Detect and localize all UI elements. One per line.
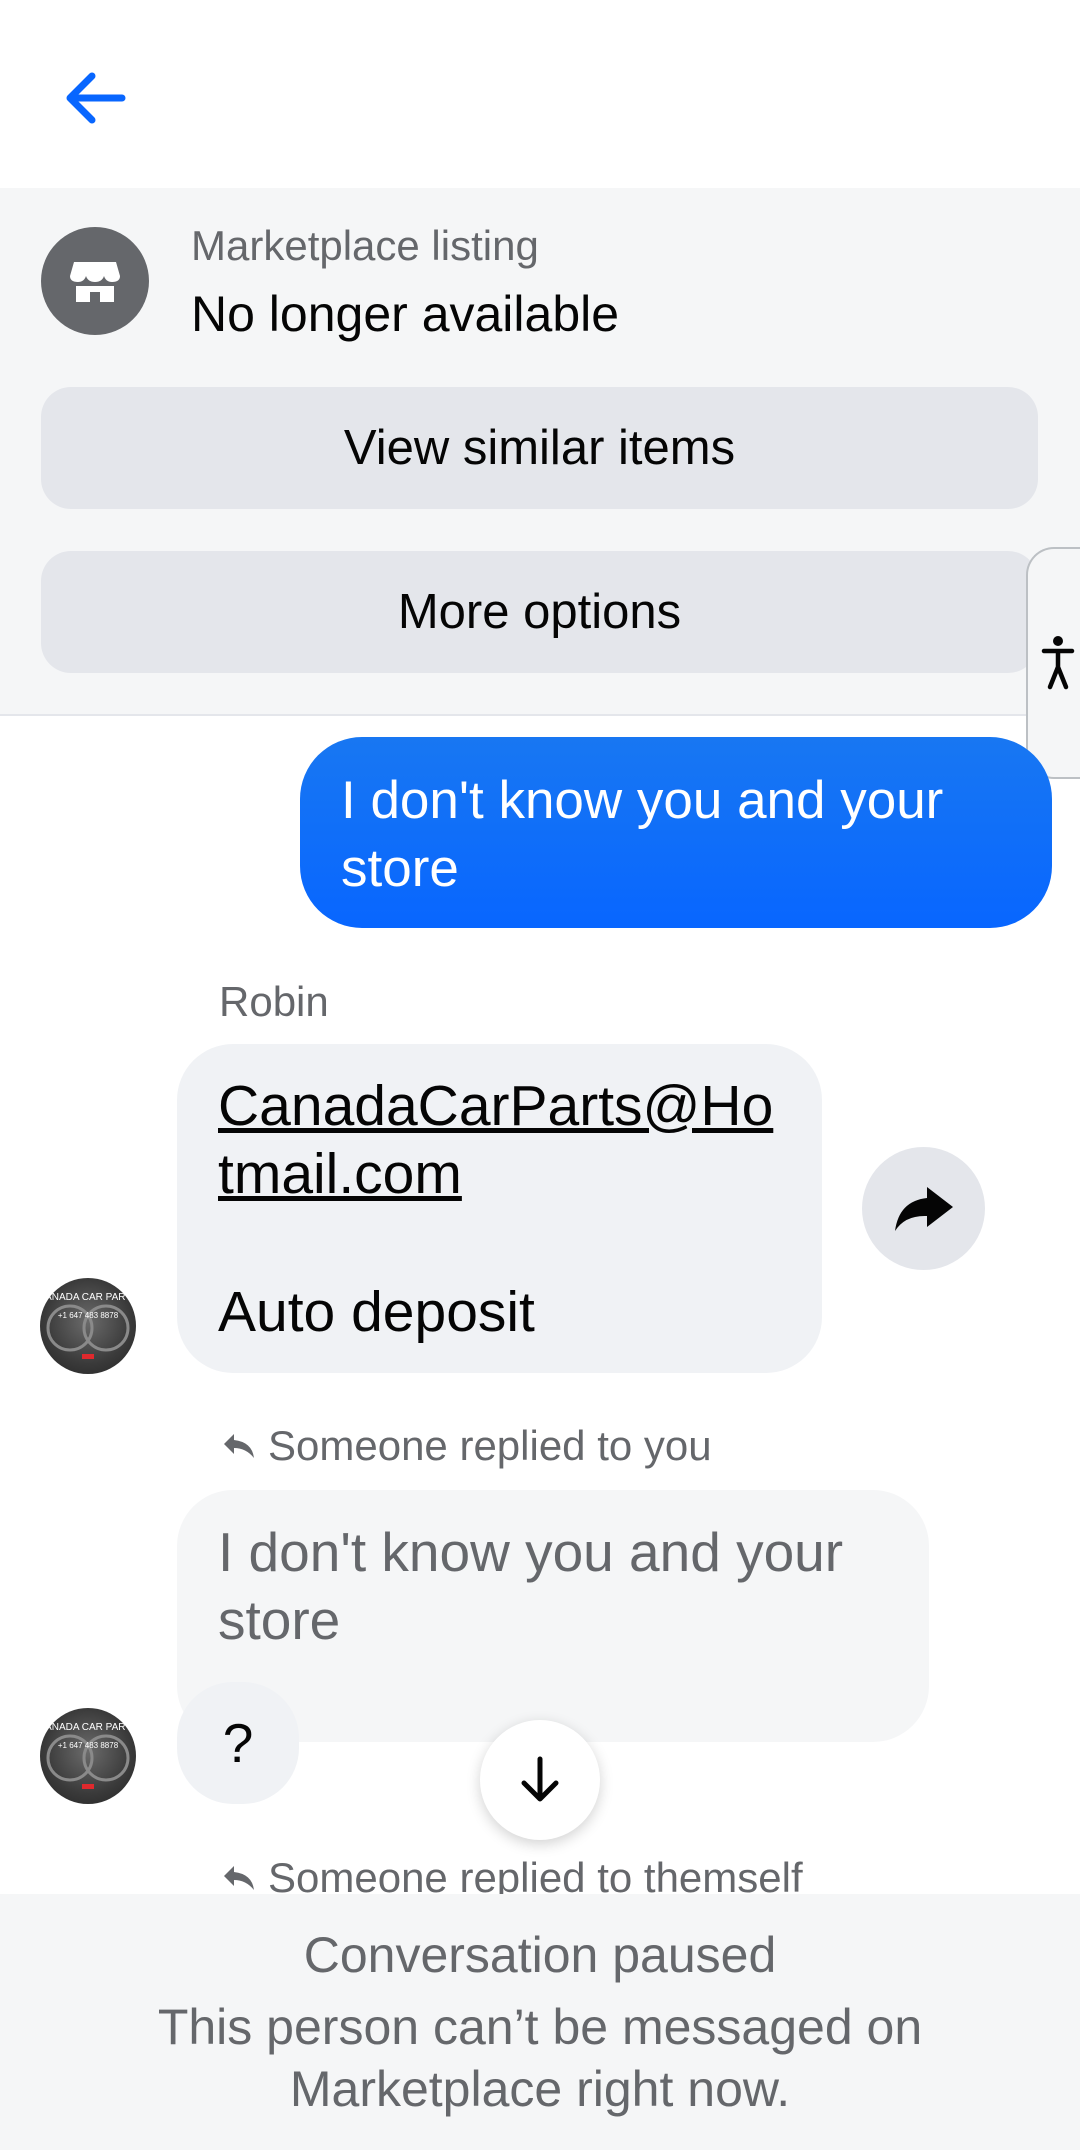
avatar-logo: CANADA CAR PARTS +1 647 483 8878 [40,1722,136,1789]
footer-title: Conversation paused [303,1927,777,1983]
store-avatar [41,227,149,335]
message-text: Auto deposit [218,1280,535,1344]
avatar-line1: CANADA CAR PARTS [40,1722,136,1733]
scroll-to-bottom-button[interactable] [480,1720,600,1840]
incoming-message-question[interactable]: ? [177,1682,299,1804]
avatar-line2: +1 647 483 8878 [58,1311,119,1320]
forward-button[interactable] [862,1147,985,1270]
email-link[interactable]: CanadaCarParts@Hotmail.com [218,1072,778,1208]
avatar[interactable]: CANADA CAR PARTS +1 647 483 8878 [40,1708,136,1804]
incoming-message-email[interactable]: CanadaCarParts@Hotmail.com Auto deposit [177,1044,822,1373]
top-bar [0,0,1080,188]
quoted-message[interactable]: I don't know you and your store [177,1490,929,1742]
back-button[interactable] [52,56,136,140]
outgoing-message[interactable]: I don't know you and your store [300,737,1052,928]
avatar-line1: CANADA CAR PARTS [40,1292,136,1303]
reply-arrow-icon [224,1866,254,1890]
sender-name: Robin [219,978,329,1025]
quoted-text: I don't know you and your store [218,1521,844,1651]
arrow-down-icon [521,1756,559,1802]
listing-label: Marketplace listing [191,222,539,269]
accessibility-icon [1041,636,1075,690]
share-forward-icon [894,1186,953,1231]
conversation-paused-footer: Conversation paused This person can’t be… [0,1894,1080,2150]
accessibility-tab[interactable] [1026,547,1080,779]
reply-arrow-icon [224,1434,254,1458]
avatar-line2: +1 647 483 8878 [58,1741,119,1750]
more-options-button[interactable]: More options [41,551,1038,673]
reply-note: Someone replied to you [222,1422,712,1470]
footer-description: This person can’t be messaged on Marketp… [157,1999,923,2117]
view-similar-items-button[interactable]: View similar items [41,387,1038,509]
reply-note-text: Someone replied to you [268,1422,712,1469]
avatar[interactable]: CANADA CAR PARTS +1 647 483 8878 [40,1278,136,1374]
listing-status: No longer available [191,286,620,342]
arrow-left-icon [66,72,126,124]
store-icon [70,262,120,302]
messenger-conversation-screen: Marketplace listing No longer available … [0,0,1080,2150]
avatar-logo: CANADA CAR PARTS +1 647 483 8878 [40,1292,136,1359]
